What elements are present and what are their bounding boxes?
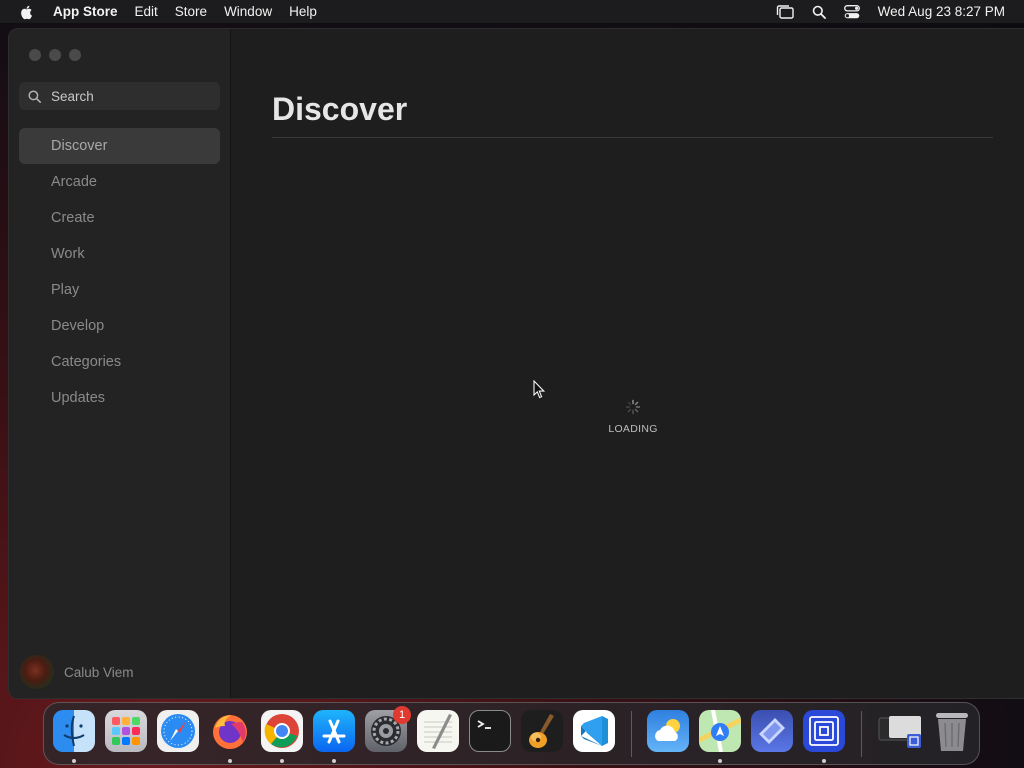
menu-edit[interactable]: Edit: [135, 4, 158, 19]
loading-label: LOADING: [608, 423, 658, 435]
vscode-icon[interactable]: [573, 710, 615, 752]
mouse-cursor-icon: [533, 380, 545, 399]
minimize-window-button[interactable]: [49, 49, 61, 61]
sidebar: Search Discover Arcade Create Work Play …: [9, 29, 231, 698]
main-content: Discover LOADING: [231, 29, 1024, 698]
title-divider: [272, 137, 993, 138]
sidebar-item-updates[interactable]: Updates: [19, 380, 220, 416]
sidebar-nav: Discover Arcade Create Work Play Develop…: [19, 128, 220, 416]
menu-bar: App Store Edit Store Window Help Wed Aug…: [0, 0, 1024, 23]
firefox-running-indicator: [228, 759, 232, 763]
account-button[interactable]: Calub Viem: [20, 655, 134, 689]
maps-icon[interactable]: [697, 709, 743, 753]
launchpad-icon[interactable]: [105, 710, 147, 752]
spotlight-search-icon[interactable]: [812, 5, 826, 19]
sidebar-item-discover[interactable]: Discover: [19, 128, 220, 164]
system-settings-icon[interactable]: 1: [365, 706, 411, 752]
weather-icon[interactable]: [647, 710, 689, 752]
stage-manager-icon[interactable]: [776, 4, 794, 19]
apple-logo-icon[interactable]: [19, 4, 35, 20]
app-store-window: Search Discover Arcade Create Work Play …: [8, 28, 1024, 699]
spinner-icon: [625, 399, 641, 415]
dock-separator-2: [861, 711, 862, 757]
screen-sharing-running-indicator: [822, 759, 826, 763]
trash-icon[interactable]: [931, 710, 973, 752]
loading-indicator: LOADING: [603, 399, 663, 435]
search-field[interactable]: Search: [19, 82, 220, 110]
finder-running-indicator: [72, 759, 76, 763]
page-title: Discover: [272, 91, 408, 127]
dock-separator: [631, 711, 632, 757]
sidebar-item-arcade[interactable]: Arcade: [19, 164, 220, 200]
sidebar-item-categories[interactable]: Categories: [19, 344, 220, 380]
menu-clock[interactable]: Wed Aug 23 8:27 PM: [878, 4, 1005, 19]
maps-running-indicator: [718, 759, 722, 763]
menu-window[interactable]: Window: [224, 4, 272, 19]
search-icon: [28, 89, 41, 103]
menu-store[interactable]: Store: [175, 4, 207, 19]
user-name: Calub Viem: [64, 664, 134, 680]
menu-help[interactable]: Help: [289, 4, 317, 19]
sidebar-item-work[interactable]: Work: [19, 236, 220, 272]
finder-icon[interactable]: [53, 710, 95, 752]
nova-icon[interactable]: [751, 710, 793, 752]
menu-app-name[interactable]: App Store: [53, 4, 118, 19]
sidebar-item-create[interactable]: Create: [19, 200, 220, 236]
avatar: [20, 655, 54, 689]
garageband-icon[interactable]: [521, 710, 563, 752]
control-center-icon[interactable]: [843, 4, 860, 19]
window-controls: [29, 49, 81, 61]
downloads-stack-icon[interactable]: [877, 710, 921, 752]
terminal-icon[interactable]: [469, 710, 511, 752]
dock: 1: [43, 702, 980, 765]
notification-badge: 1: [393, 706, 411, 724]
chrome-icon[interactable]: [261, 710, 303, 752]
app-store-running-indicator: [332, 759, 336, 763]
chrome-running-indicator: [280, 759, 284, 763]
textedit-icon[interactable]: [417, 710, 459, 752]
firefox-icon[interactable]: [209, 710, 251, 752]
screen-sharing-icon[interactable]: [803, 710, 845, 752]
close-window-button[interactable]: [29, 49, 41, 61]
sidebar-item-develop[interactable]: Develop: [19, 308, 220, 344]
zoom-window-button[interactable]: [69, 49, 81, 61]
safari-icon[interactable]: [157, 710, 199, 752]
search-placeholder: Search: [51, 88, 94, 104]
app-store-icon[interactable]: [313, 710, 355, 752]
sidebar-item-play[interactable]: Play: [19, 272, 220, 308]
